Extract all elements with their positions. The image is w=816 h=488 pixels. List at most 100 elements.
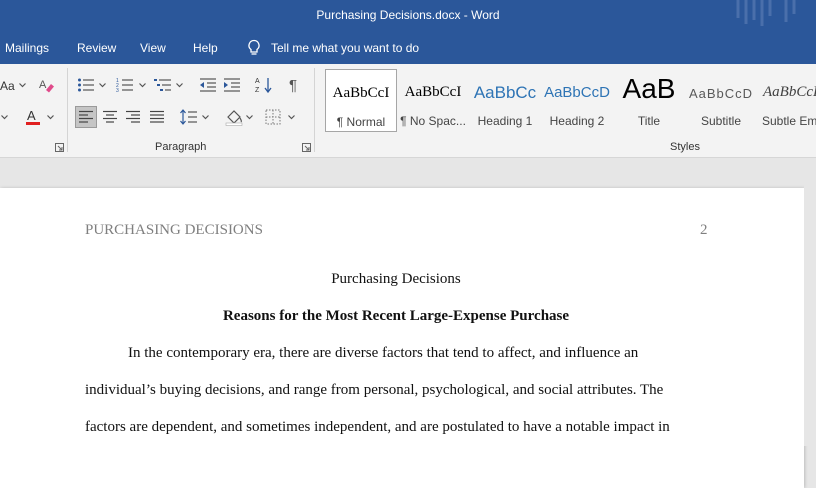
font-color-dropdown[interactable] (46, 106, 54, 128)
style-sample: AaBbCcI (332, 85, 390, 101)
svg-text:3: 3 (116, 88, 119, 93)
paint-bucket-icon (225, 110, 243, 126)
style-subtitle[interactable]: AaBbCcD Subtitle (685, 69, 757, 132)
paragraph-line: individual’s buying decisions, and range… (85, 382, 664, 398)
group-divider (67, 68, 68, 152)
style-sample: AaBbCcI (404, 84, 462, 100)
group-divider (314, 68, 315, 152)
style-sample: AaBbCcD (544, 84, 610, 101)
style-name: ¶ No Spac... (400, 114, 466, 128)
bullets-dropdown[interactable] (98, 74, 106, 96)
decrease-indent-icon (200, 78, 216, 92)
bullets-button[interactable] (75, 74, 97, 96)
numbering-dropdown[interactable] (138, 74, 146, 96)
paragraph-line: In the contemporary era, there are diver… (128, 345, 639, 361)
borders-icon (265, 109, 281, 125)
highlight-dropdown[interactable] (0, 106, 8, 128)
document-page[interactable]: PURCHASING DECISIONS 2 Purchasing Decisi… (0, 188, 804, 488)
style-name: Subtitle (700, 114, 742, 128)
style-sample: AaB (622, 73, 676, 104)
window-title: Purchasing Decisions.docx - Word (316, 8, 500, 22)
align-justify-icon (150, 110, 164, 123)
multilevel-list-icon (154, 79, 171, 91)
tab-view[interactable]: View (140, 41, 166, 55)
chevron-down-icon (245, 114, 253, 119)
decrease-indent-button[interactable] (197, 74, 219, 96)
paragraph-group-label: Paragraph (155, 141, 207, 153)
styles-group-label: Styles (670, 141, 700, 153)
tab-help[interactable]: Help (193, 41, 218, 55)
multilevel-list-button[interactable] (152, 74, 174, 96)
shading-dropdown[interactable] (245, 106, 253, 128)
chevron-down-icon (138, 82, 146, 87)
running-head: PURCHASING DECISIONS (85, 222, 263, 238)
borders-dropdown[interactable] (287, 106, 295, 128)
change-case-dropdown[interactable] (18, 74, 26, 96)
numbered-list-icon: 123 (116, 78, 133, 93)
chevron-down-icon (98, 82, 106, 87)
style-sample: AaBbCcD (688, 86, 754, 101)
justify-button[interactable] (146, 106, 168, 128)
tab-review[interactable]: Review (77, 41, 116, 55)
title-bar: Purchasing Decisions.docx - Word (0, 0, 816, 32)
document-title: Purchasing Decisions (331, 271, 461, 287)
ribbon: Aa A A 123 A Z ¶ Paragraph AaBbCcI ¶ Nor… (0, 64, 816, 158)
align-left-button[interactable] (75, 106, 97, 128)
bullet-list-icon (78, 78, 94, 92)
line-spacing-button[interactable] (178, 106, 200, 128)
svg-text:Z: Z (255, 87, 260, 94)
numbering-button[interactable]: 123 (114, 74, 136, 96)
style-name: Heading 1 (477, 114, 533, 128)
chevron-down-icon (0, 114, 8, 119)
style-sample: AaBbCcD (763, 84, 816, 100)
line-spacing-icon (180, 109, 197, 125)
align-right-button[interactable] (122, 106, 144, 128)
section-heading: Reasons for the Most Recent Large-Expens… (222, 308, 570, 324)
document-area: PURCHASING DECISIONS 2 Purchasing Decisi… (0, 158, 816, 488)
style-heading-2[interactable]: AaBbCcD Heading 2 (541, 69, 613, 132)
sort-az-icon: AZ (255, 78, 272, 94)
ribbon-tabs: Mailings Review View Help Tell me what y… (0, 32, 816, 64)
increase-indent-icon (224, 78, 240, 92)
chevron-down-icon (46, 114, 54, 119)
vertical-scrollbar[interactable] (804, 158, 816, 446)
style-name: Subtle Em... (762, 114, 816, 128)
align-left-icon (79, 110, 93, 123)
center-button[interactable] (99, 106, 121, 128)
font-dialog-launcher-icon[interactable] (55, 143, 64, 152)
style-title[interactable]: AaB Title (613, 69, 685, 132)
multilevel-dropdown[interactable] (175, 74, 183, 96)
pilcrow-icon: ¶ (289, 77, 297, 93)
align-center-icon (103, 110, 117, 123)
style-sample: AaBbCc (473, 83, 537, 102)
style-no-spacing[interactable]: AaBbCcI ¶ No Spac... (397, 69, 469, 132)
svg-text:A: A (255, 78, 260, 85)
increase-indent-button[interactable] (221, 74, 243, 96)
svg-text:A: A (27, 108, 36, 123)
line-spacing-dropdown[interactable] (201, 106, 209, 128)
chevron-down-icon (287, 114, 295, 119)
style-name: Heading 2 (549, 114, 605, 128)
style-normal[interactable]: AaBbCcI ¶ Normal (325, 69, 397, 132)
style-name: Title (637, 114, 661, 128)
shading-button[interactable] (223, 106, 245, 128)
show-formatting-button[interactable]: ¶ (284, 74, 306, 96)
chevron-down-icon (175, 82, 183, 87)
style-subtle-emphasis[interactable]: AaBbCcD Subtle Em... (757, 69, 816, 132)
paragraph-dialog-launcher-icon[interactable] (302, 143, 311, 152)
clear-formatting-button[interactable]: A (36, 74, 58, 96)
style-name: ¶ Normal (336, 115, 386, 129)
style-heading-1[interactable]: AaBbCc Heading 1 (469, 69, 541, 132)
tell-me-search[interactable]: Tell me what you want to do (246, 38, 419, 58)
sort-button[interactable]: AZ (253, 74, 275, 96)
paragraph-line: factors are dependent, and sometimes ind… (85, 419, 670, 435)
font-color-button[interactable]: A (22, 106, 44, 128)
tell-me-text: Tell me what you want to do (271, 41, 420, 55)
align-right-icon (126, 110, 140, 123)
chevron-down-icon (201, 114, 209, 119)
borders-button[interactable] (262, 106, 284, 128)
tab-mailings[interactable]: Mailings (5, 41, 49, 55)
chevron-down-icon (18, 82, 26, 87)
font-color-icon: A (26, 108, 40, 125)
change-case-button[interactable]: Aa (0, 79, 15, 93)
